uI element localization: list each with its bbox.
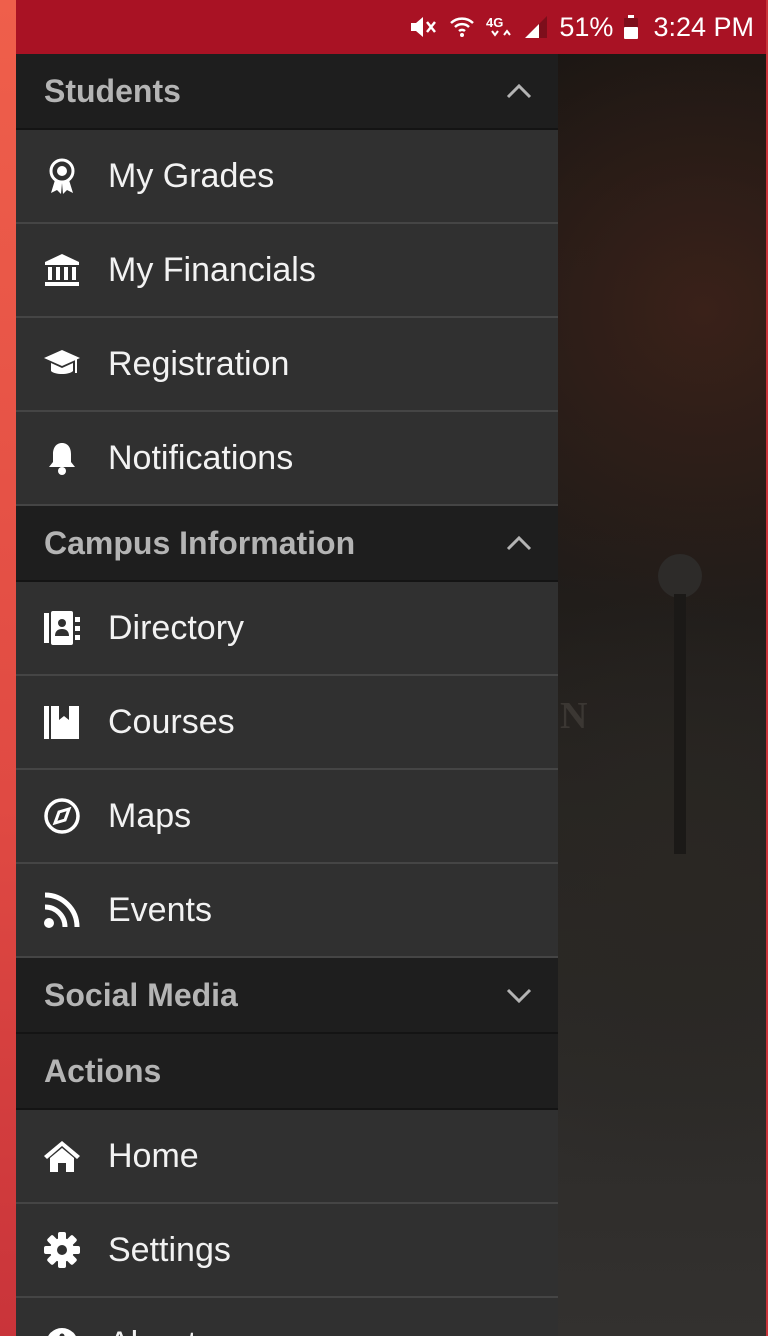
- menu-item-label: Registration: [108, 345, 290, 383]
- section-header-students[interactable]: Students: [16, 54, 558, 130]
- menu-item-label: My Grades: [108, 157, 275, 195]
- menu-item-home[interactable]: Home: [16, 1110, 558, 1204]
- menu-item-label: About: [108, 1327, 197, 1336]
- svg-text:4G: 4G: [486, 15, 503, 30]
- background-partial-text: N: [560, 695, 588, 737]
- section-header-campus-information[interactable]: Campus Information: [16, 506, 558, 582]
- lamp-shape: [658, 554, 702, 598]
- menu-item-label: Notifications: [108, 439, 294, 477]
- signal-icon: [523, 14, 549, 40]
- menu-item-directory[interactable]: Directory: [16, 582, 558, 676]
- graduation-cap-icon: [42, 344, 82, 384]
- 4g-lte-icon: 4G: [485, 14, 513, 40]
- battery-percent: 51%: [559, 11, 614, 42]
- section-header-actions: Actions: [16, 1034, 558, 1110]
- section-title: Campus Information: [44, 524, 356, 561]
- section-title: Social Media: [44, 976, 238, 1013]
- menu-item-about[interactable]: About: [16, 1298, 558, 1336]
- battery-icon: [623, 14, 639, 40]
- info-icon: [42, 1324, 82, 1336]
- menu-item-notifications[interactable]: Notifications: [16, 412, 558, 506]
- navigation-drawer: Students My Grades My Financials Registr…: [16, 54, 558, 1336]
- section-title: Students: [44, 72, 181, 109]
- status-bar: 4G 51% 3:24 PM: [16, 0, 766, 54]
- menu-item-label: My Financials: [108, 251, 316, 289]
- chevron-up-icon: [504, 76, 534, 106]
- book-bookmark-icon: [42, 702, 82, 742]
- chevron-down-icon: [504, 980, 534, 1010]
- frame-edge-left: [0, 0, 16, 1336]
- menu-item-registration[interactable]: Registration: [16, 318, 558, 412]
- clock: 3:24 PM: [653, 11, 754, 42]
- mute-icon: [409, 14, 439, 40]
- rss-feed-icon: [42, 890, 82, 930]
- menu-item-label: Directory: [108, 609, 245, 647]
- wifi-icon: [449, 14, 475, 40]
- menu-item-my-grades[interactable]: My Grades: [16, 130, 558, 224]
- award-ribbon-icon: [42, 156, 82, 196]
- menu-item-courses[interactable]: Courses: [16, 676, 558, 770]
- menu-item-label: Events: [108, 891, 212, 929]
- contact-book-icon: [42, 608, 82, 648]
- lamp-post-shape: [674, 594, 686, 854]
- background-photo: N: [558, 54, 766, 1336]
- menu-item-label: Settings: [108, 1231, 231, 1269]
- home-icon: [42, 1136, 82, 1176]
- bank-icon: [42, 250, 82, 290]
- menu-item-label: Maps: [108, 797, 192, 835]
- menu-item-label: Home: [108, 1137, 199, 1175]
- section-title: Actions: [44, 1052, 162, 1089]
- bell-icon: [42, 438, 82, 478]
- section-header-social-media[interactable]: Social Media: [16, 958, 558, 1034]
- gear-icon: [42, 1230, 82, 1270]
- menu-item-label: Courses: [108, 703, 235, 741]
- menu-item-my-financials[interactable]: My Financials: [16, 224, 558, 318]
- menu-item-events[interactable]: Events: [16, 864, 558, 958]
- chevron-up-icon: [504, 528, 534, 558]
- menu-item-settings[interactable]: Settings: [16, 1204, 558, 1298]
- compass-icon: [42, 796, 82, 836]
- menu-item-maps[interactable]: Maps: [16, 770, 558, 864]
